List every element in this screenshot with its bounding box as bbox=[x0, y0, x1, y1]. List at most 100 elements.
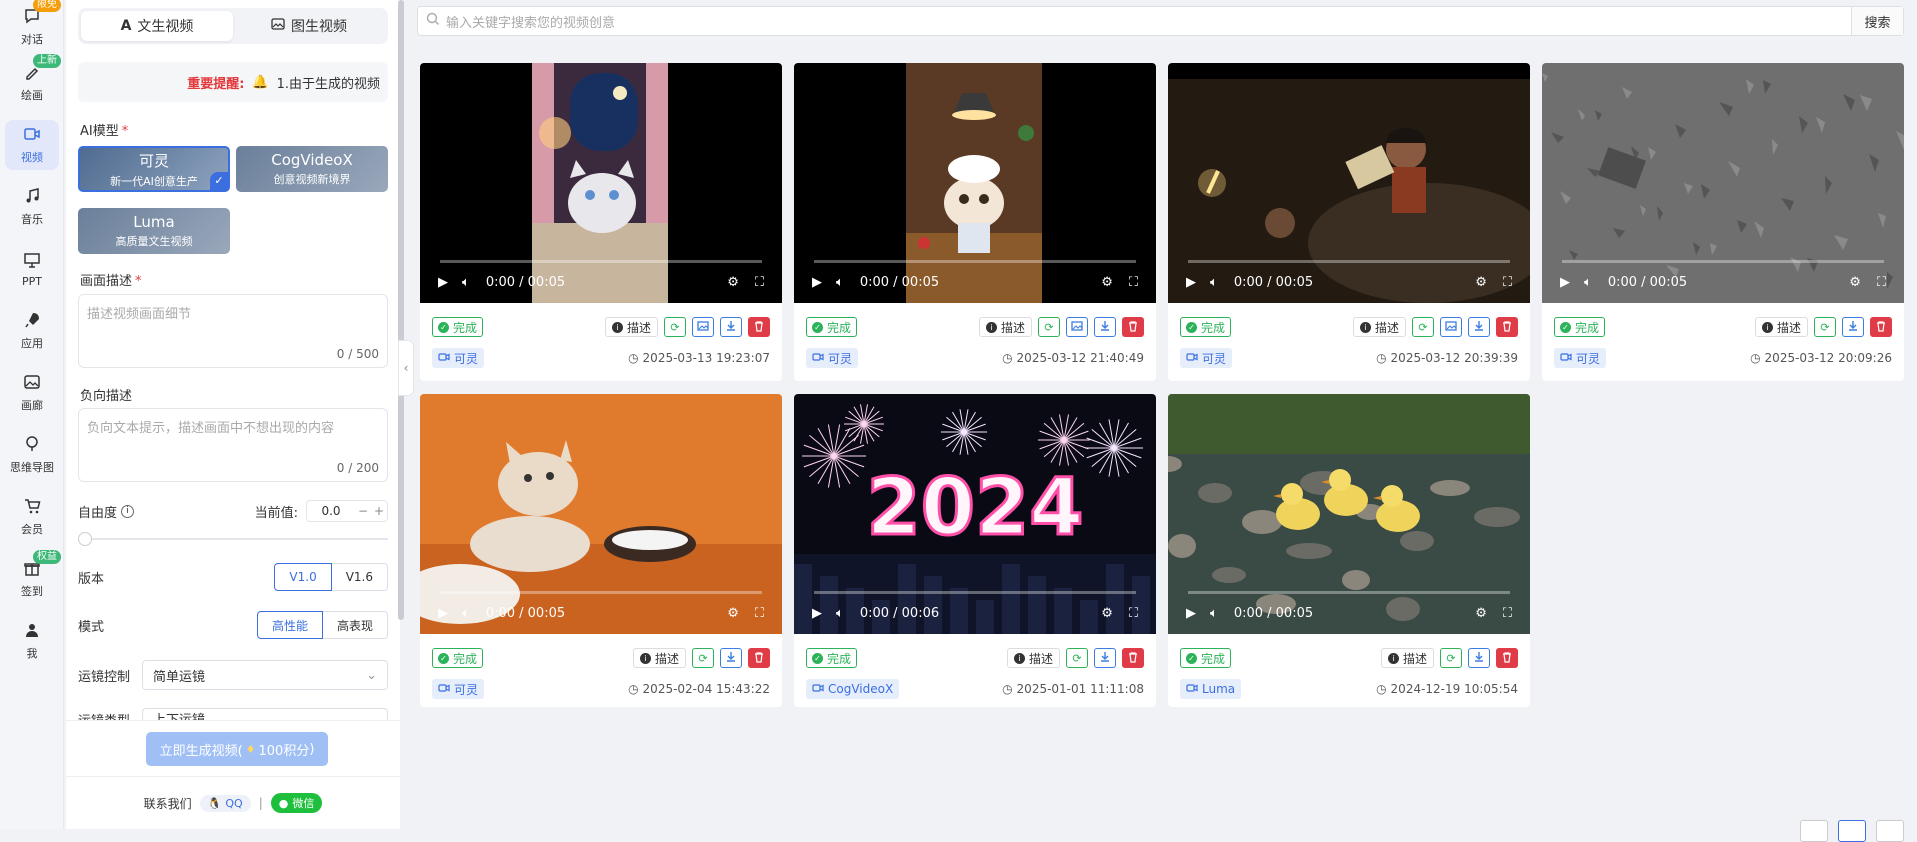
nav-item-2[interactable]: 视频 bbox=[5, 120, 59, 170]
download-button[interactable] bbox=[720, 317, 742, 337]
describe-button[interactable]: i 描述 bbox=[604, 317, 658, 337]
volume-icon[interactable]: 🔈︎ bbox=[462, 275, 470, 290]
nav-item-8[interactable]: 会员 bbox=[5, 492, 59, 542]
delete-button[interactable] bbox=[1496, 317, 1518, 337]
delete-button[interactable] bbox=[748, 648, 770, 668]
regenerate-button[interactable]: ⟳ bbox=[1038, 317, 1060, 337]
nav-item-10[interactable]: 我 bbox=[5, 616, 59, 666]
volume-icon[interactable]: 🔈︎ bbox=[1210, 606, 1218, 621]
pagination-next[interactable] bbox=[1876, 820, 1904, 842]
negative-textarea[interactable]: 负向文本提示，描述画面中不想出现的内容 0 / 200 bbox=[78, 408, 388, 482]
download-button[interactable] bbox=[1468, 317, 1490, 337]
freedom-slider[interactable] bbox=[78, 532, 388, 546]
download-button[interactable] bbox=[1842, 317, 1864, 337]
regenerate-button[interactable]: ⟳ bbox=[1066, 648, 1088, 668]
play-icon[interactable]: ▶ bbox=[812, 275, 822, 290]
wechat-button[interactable]: ● 微信 bbox=[270, 793, 323, 813]
regenerate-button[interactable]: ⟳ bbox=[692, 648, 714, 668]
video-player[interactable]: ▶ 🔈︎ 0:00 / 00:05 ⚙ ⛶ bbox=[1168, 63, 1530, 303]
nav-item-0[interactable]: 对话 限免 bbox=[5, 0, 61, 52]
mode-option-performance[interactable]: 高性能 bbox=[256, 611, 323, 639]
video-player[interactable]: 2024 ▶ 🔈︎ 0:00 / 00:06 ⚙ ⛶ bbox=[794, 394, 1156, 634]
settings-icon[interactable]: ⚙ bbox=[1475, 275, 1487, 290]
download-button[interactable] bbox=[720, 648, 742, 668]
download-button[interactable] bbox=[1468, 648, 1490, 668]
describe-button[interactable]: i 描述 bbox=[1380, 648, 1434, 668]
settings-icon[interactable]: ⚙ bbox=[727, 275, 739, 290]
video-player[interactable]: ▶ 🔈︎ 0:00 / 00:05 ⚙ ⛶ bbox=[1168, 394, 1530, 634]
panel-scrollbar[interactable] bbox=[398, 0, 404, 620]
version-option-v10[interactable]: V1.0 bbox=[274, 563, 332, 591]
camera-select[interactable]: 简单运镜 ⌄ bbox=[142, 660, 388, 690]
tab-image-to-video[interactable]: 图生视频 bbox=[233, 11, 385, 41]
download-button[interactable] bbox=[1094, 317, 1116, 337]
model-card-luma[interactable]: Luma 高质量文生视频 bbox=[78, 208, 230, 254]
describe-button[interactable]: i 描述 bbox=[1754, 317, 1808, 337]
delete-button[interactable] bbox=[1122, 317, 1144, 337]
delete-button[interactable] bbox=[1870, 317, 1892, 337]
plus-icon[interactable]: + bbox=[371, 504, 387, 518]
image-button[interactable] bbox=[1440, 317, 1462, 337]
generate-button[interactable]: 立即生成视频( ♦ 100积分 ) bbox=[146, 732, 328, 766]
fullscreen-icon[interactable]: ⛶ bbox=[1129, 606, 1138, 621]
video-player[interactable]: ▶ 🔈︎ 0:00 / 00:05 ⚙ ⛶ bbox=[420, 63, 782, 303]
slider-handle[interactable] bbox=[78, 532, 92, 546]
volume-icon[interactable]: 🔈︎ bbox=[462, 606, 470, 621]
play-icon[interactable]: ▶ bbox=[438, 275, 448, 290]
mode-option-quality[interactable]: 高表现 bbox=[322, 611, 388, 639]
describe-button[interactable]: i 描述 bbox=[978, 317, 1032, 337]
version-option-v16[interactable]: V1.6 bbox=[331, 563, 388, 591]
fullscreen-icon[interactable]: ⛶ bbox=[1129, 275, 1138, 290]
video-player[interactable]: ▶ 🔈︎ 0:00 / 00:05 ⚙ ⛶ bbox=[420, 394, 782, 634]
prompt-textarea[interactable]: 描述视频画面细节 0 / 500 bbox=[78, 294, 388, 368]
play-icon[interactable]: ▶ bbox=[1186, 275, 1196, 290]
volume-icon[interactable]: 🔈︎ bbox=[1584, 275, 1592, 290]
delete-button[interactable] bbox=[748, 317, 770, 337]
collapse-panel-button[interactable]: ‹ bbox=[398, 340, 414, 396]
nav-item-1[interactable]: 绘画 上新 bbox=[5, 54, 61, 108]
regenerate-button[interactable]: ⟳ bbox=[1814, 317, 1836, 337]
pagination-page[interactable] bbox=[1838, 820, 1866, 842]
model-card-cogvideox[interactable]: CogVideoX 创意视频新境界 bbox=[236, 146, 388, 192]
settings-icon[interactable]: ⚙ bbox=[1101, 606, 1113, 621]
download-button[interactable] bbox=[1094, 648, 1116, 668]
video-player[interactable]: ▶ 🔈︎ 0:00 / 00:05 ⚙ ⛶ bbox=[794, 63, 1156, 303]
image-button[interactable] bbox=[692, 317, 714, 337]
minus-icon[interactable]: − bbox=[355, 504, 371, 518]
volume-icon[interactable]: 🔈︎ bbox=[1210, 275, 1218, 290]
nav-item-4[interactable]: PPT bbox=[5, 244, 59, 294]
delete-button[interactable] bbox=[1122, 648, 1144, 668]
nav-item-6[interactable]: 画廊 bbox=[5, 368, 59, 418]
nav-item-7[interactable]: 思维导图 bbox=[5, 430, 59, 480]
delete-button[interactable] bbox=[1496, 648, 1518, 668]
search-input[interactable]: 输入关键字搜索您的视频创意 bbox=[418, 12, 1851, 31]
nav-item-9[interactable]: 签到 权益 bbox=[5, 550, 61, 604]
settings-icon[interactable]: ⚙ bbox=[727, 606, 739, 621]
fullscreen-icon[interactable]: ⛶ bbox=[755, 275, 764, 290]
settings-icon[interactable]: ⚙ bbox=[1475, 606, 1487, 621]
pagination-prev[interactable] bbox=[1800, 820, 1828, 842]
fullscreen-icon[interactable]: ⛶ bbox=[755, 606, 764, 621]
nav-item-3[interactable]: 音乐 bbox=[5, 182, 59, 232]
video-player[interactable]: ▶ 🔈︎ 0:00 / 00:05 ⚙ ⛶ bbox=[1542, 63, 1904, 303]
play-icon[interactable]: ▶ bbox=[438, 606, 448, 621]
play-icon[interactable]: ▶ bbox=[812, 606, 822, 621]
play-icon[interactable]: ▶ bbox=[1186, 606, 1196, 621]
describe-button[interactable]: i 描述 bbox=[1006, 648, 1060, 668]
freedom-stepper[interactable]: 0.0 − + bbox=[306, 500, 388, 522]
describe-button[interactable]: i 描述 bbox=[632, 648, 686, 668]
settings-icon[interactable]: ⚙ bbox=[1849, 275, 1861, 290]
search-button[interactable]: 搜索 bbox=[1851, 7, 1903, 35]
describe-button[interactable]: i 描述 bbox=[1352, 317, 1406, 337]
regenerate-button[interactable]: ⟳ bbox=[664, 317, 686, 337]
image-button[interactable] bbox=[1066, 317, 1088, 337]
tab-text-to-video[interactable]: A 文生视频 bbox=[81, 11, 233, 41]
settings-icon[interactable]: ⚙ bbox=[1101, 275, 1113, 290]
fullscreen-icon[interactable]: ⛶ bbox=[1503, 275, 1512, 290]
play-icon[interactable]: ▶ bbox=[1560, 275, 1570, 290]
qq-button[interactable]: 🐧 QQ bbox=[199, 794, 251, 812]
model-card-kling[interactable]: 可灵 新一代AI创意生产 ✓ bbox=[78, 146, 230, 192]
regenerate-button[interactable]: ⟳ bbox=[1440, 648, 1462, 668]
nav-item-5[interactable]: 应用 bbox=[5, 306, 59, 356]
volume-icon[interactable]: 🔈︎ bbox=[836, 606, 844, 621]
